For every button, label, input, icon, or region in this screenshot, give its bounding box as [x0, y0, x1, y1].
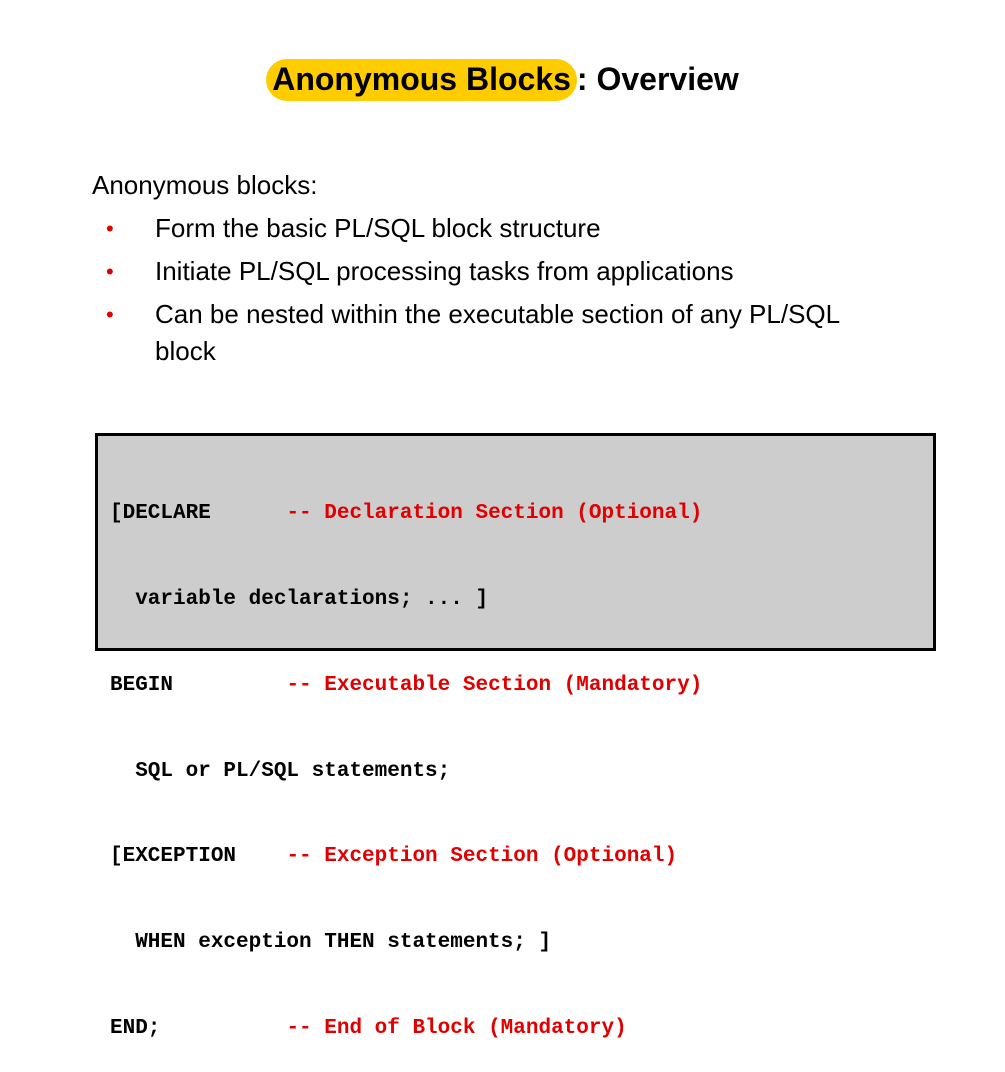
code-line: END; -- End of Block (Mandatory) — [110, 1015, 933, 1044]
code-comment: -- End of Block (Mandatory) — [286, 1016, 627, 1040]
bullet-text: Can be nested within the executable sect… — [155, 299, 840, 366]
code-text: variable declarations; ... ] — [110, 587, 489, 611]
bullet-item: • Can be nested within the executable se… — [100, 296, 900, 370]
bullet-item: • Form the basic PL/SQL block structure — [100, 210, 900, 247]
code-comment: -- Executable Section (Mandatory) — [286, 673, 703, 697]
code-block: [DECLARE -- Declaration Section (Optiona… — [95, 433, 936, 1040]
code-text: SQL or PL/SQL statements; — [110, 759, 451, 783]
code-text: [EXCEPTION — [110, 845, 287, 869]
code-text: END; — [110, 1016, 287, 1040]
code-comment: -- Declaration Section (Optional) — [286, 502, 703, 526]
code-comment: -- Exception Section (Optional) — [286, 845, 678, 869]
code-text: [DECLARE — [110, 502, 287, 526]
code-line: [DECLARE -- Declaration Section (Optiona… — [110, 500, 933, 529]
bullet-text: Form the basic PL/SQL block structure — [155, 213, 601, 243]
bullet-icon: • — [106, 216, 114, 241]
code-line: [EXCEPTION -- Exception Section (Optiona… — [110, 843, 933, 872]
bullet-item: • Initiate PL/SQL processing tasks from … — [100, 253, 900, 290]
code-line: SQL or PL/SQL statements; — [110, 758, 933, 787]
bullet-icon: • — [106, 302, 114, 327]
code-text: BEGIN — [110, 673, 287, 697]
title-rest: : Overview — [576, 61, 739, 97]
code-line: WHEN exception THEN statements; ] — [110, 929, 933, 958]
code-line: BEGIN -- Executable Section (Mandatory) — [110, 672, 933, 701]
code-text: WHEN exception THEN statements; ] — [110, 931, 552, 955]
title-highlight: Anonymous Blocks — [266, 59, 577, 101]
bullet-list: • Form the basic PL/SQL block structure … — [100, 210, 900, 376]
bullet-text: Initiate PL/SQL processing tasks from ap… — [155, 256, 734, 286]
intro-text: Anonymous blocks: — [92, 170, 318, 200]
slide-title: Anonymous Blocks: Overview — [0, 56, 1005, 102]
bullet-icon: • — [106, 259, 114, 284]
code-line: variable declarations; ... ] — [110, 586, 933, 615]
